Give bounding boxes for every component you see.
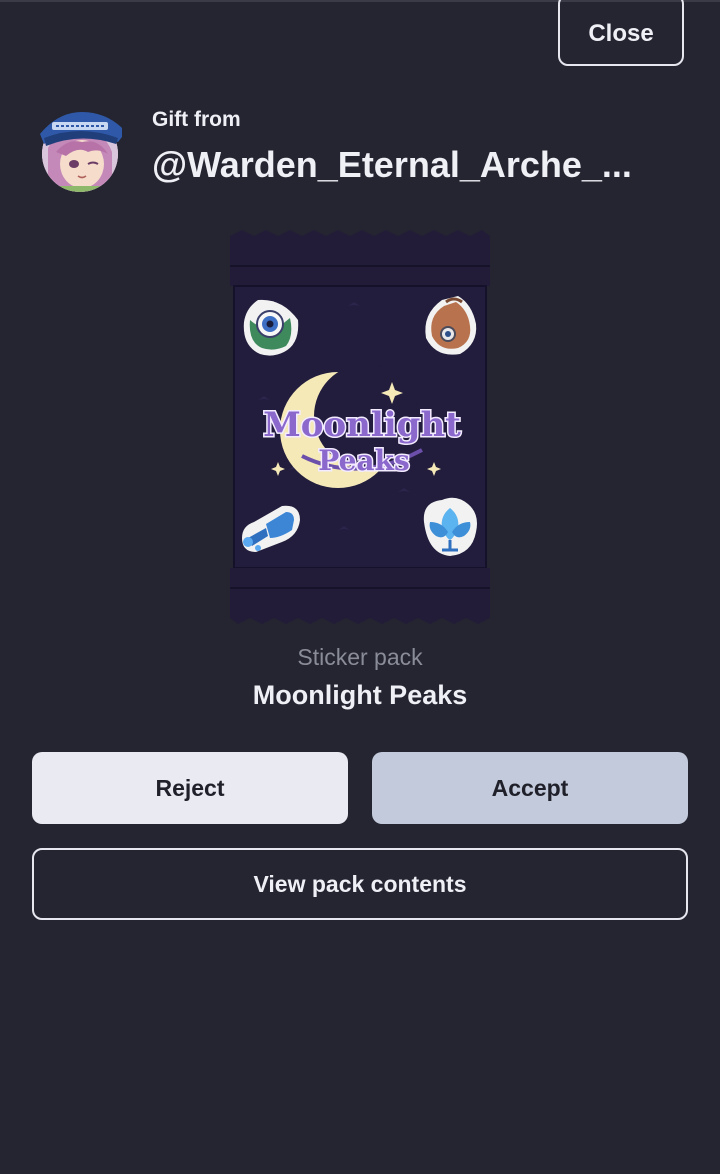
- reject-button[interactable]: Reject: [32, 752, 348, 824]
- avatar[interactable]: [38, 108, 126, 192]
- sender-username[interactable]: @Warden_Eternal_Arche_...: [152, 144, 692, 186]
- pack-art: Moonlight Peaks: [230, 230, 490, 624]
- svg-text:Peaks: Peaks: [318, 444, 409, 477]
- gift-from-label: Gift from: [152, 108, 241, 131]
- gift-dialog: Close Gift from @Warden_Eternal_Arche_..…: [0, 0, 720, 1174]
- accept-button[interactable]: Accept: [372, 752, 688, 824]
- avatar-image: [40, 112, 126, 192]
- svg-text:Moonlight: Moonlight: [263, 405, 461, 445]
- sticker-pack-image[interactable]: Moonlight Peaks: [228, 230, 492, 624]
- close-button[interactable]: Close: [558, 0, 684, 66]
- pack-name: Moonlight Peaks: [252, 680, 468, 710]
- pack-type-label: Sticker pack: [297, 644, 423, 670]
- view-pack-contents-button[interactable]: View pack contents: [32, 848, 688, 920]
